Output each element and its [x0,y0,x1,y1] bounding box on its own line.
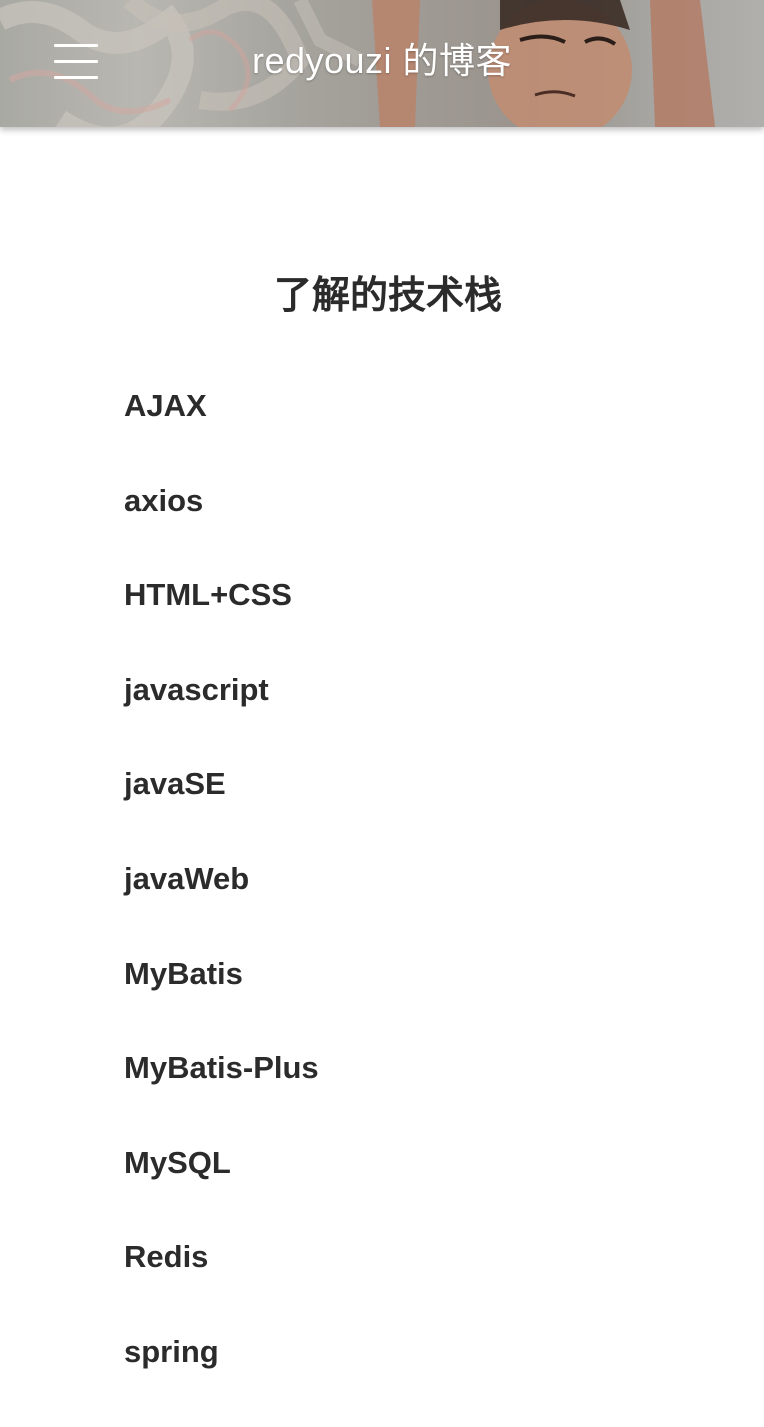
tech-item-mybatis-plus[interactable]: MyBatis-Plus [124,1048,764,1088]
tech-stack-list: AJAX axios HTML+CSS javascript javaSE ja… [124,386,764,1372]
tech-item-javase[interactable]: javaSE [124,764,764,804]
tech-item-spring[interactable]: spring [124,1332,764,1372]
site-title[interactable]: redyouzi 的博客 [0,38,764,84]
tech-item-mybatis[interactable]: MyBatis [124,954,764,994]
tech-item-axios[interactable]: axios [124,481,764,521]
section-title: 了解的技术栈 [273,275,502,317]
tech-item-ajax[interactable]: AJAX [124,386,764,426]
tech-item-mysql[interactable]: MySQL [124,1143,764,1183]
main-content: 了解的技术栈 AJAX axios HTML+CSS javascript ja… [0,127,764,1427]
site-header: redyouzi 的博客 [0,0,764,127]
tech-item-javascript[interactable]: javascript [124,670,764,710]
tech-item-javaweb[interactable]: javaWeb [124,859,764,899]
tech-item-redis[interactable]: Redis [124,1237,764,1277]
tech-item-html-css[interactable]: HTML+CSS [124,575,764,615]
